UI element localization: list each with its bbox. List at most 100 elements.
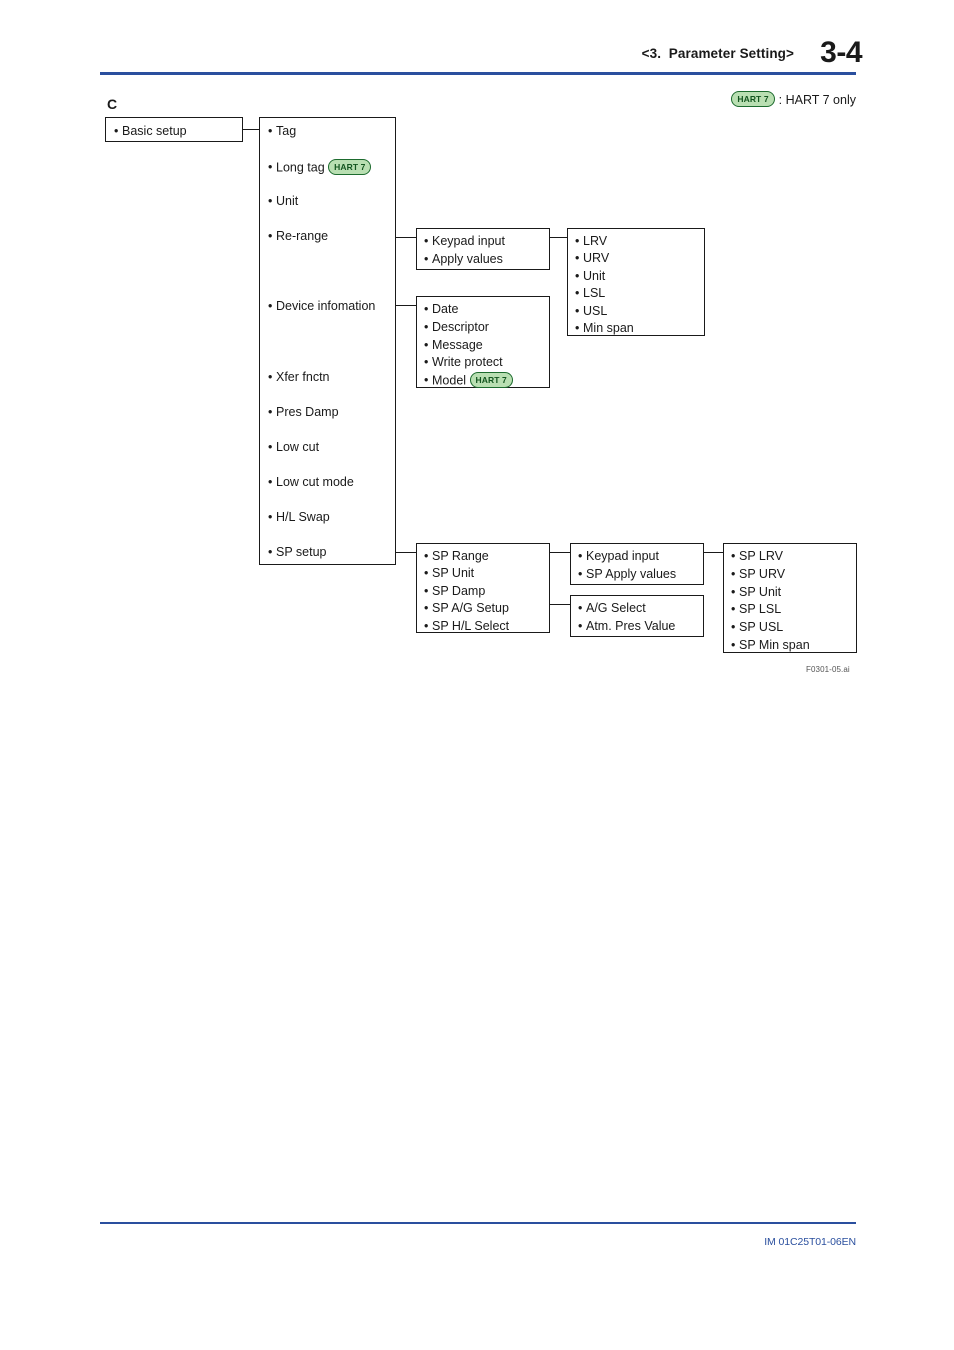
list-item: • SP LSL xyxy=(731,602,782,616)
bullet-icon: • xyxy=(424,234,429,248)
box-device-information: • Date • Descriptor • Message • Write protec… xyxy=(416,296,550,388)
section-letter: C xyxy=(107,96,118,112)
hart7-legend-badge: HART 7 xyxy=(731,91,775,107)
bullet-icon: • xyxy=(731,602,736,616)
list-item: • SP Unit xyxy=(424,566,475,580)
box-re-range: • Keypad input • Apply values xyxy=(416,228,550,270)
hart7-badge: HART 7 xyxy=(328,159,372,175)
bullet-icon: • xyxy=(575,269,580,283)
bullet-icon: • xyxy=(268,229,273,243)
list-item: • LSL xyxy=(575,286,606,300)
list-item: • Low cut xyxy=(268,440,320,454)
bullet-icon: • xyxy=(424,549,429,563)
bullet-icon: • xyxy=(268,405,273,419)
bullet-icon: • xyxy=(268,545,273,559)
list-item: • SP Min span xyxy=(731,638,810,652)
list-item: • SP H/L Select xyxy=(424,619,510,633)
bullet-icon: • xyxy=(268,124,273,138)
list-item: • Date xyxy=(424,302,459,316)
bullet-icon: • xyxy=(575,234,580,248)
bullet-icon: • xyxy=(575,321,580,335)
list-item: • SP Apply values xyxy=(578,567,677,581)
bullet-icon: • xyxy=(268,160,273,175)
connector-sp-range xyxy=(550,552,570,554)
box-sp-ag-setup: • A/G Select • Atm. Pres Value xyxy=(570,595,704,637)
hart7-badge: HART 7 xyxy=(469,372,513,388)
bullet-icon: • xyxy=(268,440,273,454)
list-item: • SP setup xyxy=(268,545,327,559)
connector-re-range xyxy=(396,237,416,239)
bullet-icon: • xyxy=(268,299,273,313)
bullet-icon: • xyxy=(575,251,580,265)
list-item: • Unit xyxy=(575,269,606,283)
list-item: • Keypad input xyxy=(578,549,659,563)
bullet-icon: • xyxy=(731,567,736,581)
bullet-icon: • xyxy=(731,585,736,599)
bullet-icon: • xyxy=(578,567,583,581)
list-item: • Keypad input xyxy=(424,234,505,248)
list-item: • Xfer fnctn xyxy=(268,370,330,384)
connector-device-information xyxy=(396,305,416,307)
list-item: • SP USL xyxy=(731,620,784,634)
bullet-icon: • xyxy=(424,302,429,316)
list-item: • Re-range xyxy=(268,229,329,243)
list-item: • Write protect xyxy=(424,355,503,369)
connector-basic-setup xyxy=(243,129,259,131)
box-sp-setup: • SP Range • SP Unit • SP Damp • SP A/G Setu… xyxy=(416,543,550,633)
list-item: • Apply values xyxy=(424,252,503,266)
bullet-icon: • xyxy=(424,252,429,266)
bullet-icon: • xyxy=(424,320,429,334)
figure-caption: F0301-05.ai xyxy=(806,665,850,674)
bullet-icon: • xyxy=(578,549,583,563)
bullet-icon: • xyxy=(731,620,736,634)
legend: HART 7 : HART 7 only xyxy=(731,91,856,108)
list-item: • Descriptor xyxy=(424,320,489,334)
bullet-icon: • xyxy=(424,566,429,580)
bullet-icon: • xyxy=(114,124,119,138)
list-item: • Pres Damp xyxy=(268,405,339,419)
list-item: • SP URV xyxy=(731,567,786,581)
bullet-icon: • xyxy=(575,286,580,300)
box-sp-range-values: • SP LRV • SP URV • SP Unit • SP LSL • SP USL… xyxy=(723,543,857,653)
parameter-menu-tree-diagram: C HART 7 : HART 7 only • Basic setup • Tag… xyxy=(0,0,954,700)
list-item: • Model HART 7 xyxy=(424,372,513,389)
box-basic-setup-menu: • Tag • Long tag HART 7 • Unit • Re-range • D… xyxy=(259,117,396,565)
bullet-icon: • xyxy=(731,638,736,652)
list-item: • SP A/G Setup xyxy=(424,601,509,615)
box-sp-range: • Keypad input • SP Apply values xyxy=(570,543,704,585)
connector-sp-range-values xyxy=(704,552,723,554)
list-item: • SP LRV xyxy=(731,549,784,563)
box-basic-setup: • Basic setup xyxy=(105,117,243,142)
list-item: • Message xyxy=(424,338,483,352)
list-item: • LRV xyxy=(575,234,608,248)
bullet-icon: • xyxy=(731,549,736,563)
bullet-icon: • xyxy=(575,304,580,318)
list-item: • USL xyxy=(575,304,608,318)
bullet-icon: • xyxy=(424,355,429,369)
list-item: • Min span xyxy=(575,321,634,335)
list-item: • Low cut mode xyxy=(268,475,354,489)
legend-label: : HART 7 only xyxy=(778,93,856,107)
bullet-icon: • xyxy=(268,194,273,208)
footer-divider xyxy=(100,1222,856,1224)
bullet-icon: • xyxy=(424,338,429,352)
bullet-icon: • xyxy=(424,619,429,633)
bullet-icon: • xyxy=(268,370,273,384)
list-item: • H/L Swap xyxy=(268,510,330,524)
list-item: • Basic setup xyxy=(114,124,187,138)
bullet-icon: • xyxy=(268,475,273,489)
list-item: • SP Damp xyxy=(424,584,486,598)
list-item: • URV xyxy=(575,251,610,265)
bullet-icon: • xyxy=(424,584,429,598)
list-item: • SP Unit xyxy=(731,585,782,599)
list-item: • Long tag HART 7 xyxy=(268,159,372,176)
list-item: • Unit xyxy=(268,194,299,208)
connector-re-range-values xyxy=(550,237,567,239)
bullet-icon: • xyxy=(424,373,429,388)
list-item: • SP Range xyxy=(424,549,489,563)
box-re-range-values: • LRV • URV • Unit • LSL • USL • Min span xyxy=(567,228,705,336)
connector-sp-ag-setup xyxy=(550,604,570,606)
list-item: • A/G Select xyxy=(578,601,646,615)
list-item: • Tag xyxy=(268,124,297,138)
bullet-icon: • xyxy=(424,601,429,615)
